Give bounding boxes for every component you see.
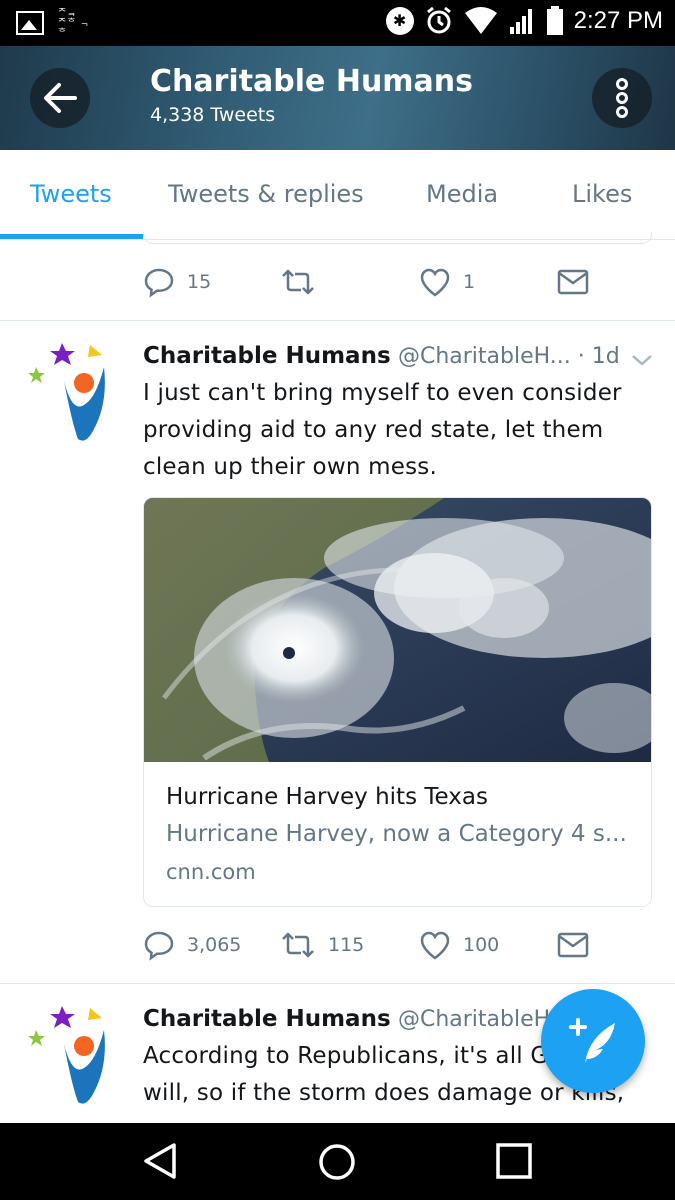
- tab-media[interactable]: Media: [426, 180, 498, 208]
- nav-home-icon[interactable]: [317, 1142, 357, 1182]
- tweet-header: Charitable Humans @CharitableH: [143, 1006, 550, 1032]
- tweet-count: 4,338 Tweets: [150, 104, 276, 126]
- message-icon: [557, 932, 589, 958]
- active-tab-indicator: [0, 234, 143, 239]
- retweet-icon: [282, 269, 314, 295]
- like-count: 1: [463, 271, 476, 293]
- reply-icon: [144, 931, 174, 961]
- reply-action[interactable]: 3,065: [143, 925, 241, 965]
- signal-icon: [509, 9, 532, 34]
- like-icon: [420, 268, 450, 297]
- tweet-text: I just can't bring myself to even consid…: [143, 380, 622, 480]
- tweet-divider: [0, 320, 675, 321]
- back-arrow-icon: [44, 83, 77, 113]
- tab-tweets[interactable]: Tweets: [30, 180, 112, 208]
- card-title: Hurricane Harvey hits Texas: [166, 784, 488, 810]
- retweet-count: 115: [328, 934, 365, 956]
- tweet-actions: 3,065 115 100: [143, 925, 603, 965]
- bluetooth-icon: ✱: [385, 7, 414, 35]
- avatar[interactable]: [22, 343, 114, 443]
- like-action[interactable]: 100: [419, 925, 499, 965]
- back-button[interactable]: [30, 68, 90, 128]
- wifi-icon: [464, 7, 497, 34]
- compose-icon: [569, 1018, 615, 1063]
- tweet-divider: [0, 983, 675, 984]
- tweet-handle: @CharitableH: [397, 1007, 551, 1032]
- dm-action[interactable]: [557, 925, 589, 965]
- hurricane-satellite-image: [144, 498, 651, 762]
- tweet-author-name[interactable]: Charitable Humans: [143, 1006, 391, 1032]
- card-description: Hurricane Harvey, now a Category 4 s...: [166, 821, 627, 847]
- alarm-icon: [426, 6, 451, 34]
- tweet-author-name[interactable]: Charitable Humans: [143, 343, 391, 369]
- android-nav-bar: [0, 1123, 675, 1200]
- battery-icon: [546, 6, 563, 35]
- link-preview-card[interactable]: Hurricane Harvey hits Texas Hurricane Ha…: [143, 497, 652, 907]
- dm-action[interactable]: [557, 262, 589, 302]
- avatar[interactable]: [22, 1006, 114, 1106]
- nav-recents-icon[interactable]: [496, 1143, 532, 1179]
- retweet-icon: [282, 932, 314, 958]
- profile-tabs: Tweets Tweets & replies Media Likes: [0, 150, 675, 240]
- previous-card-edge: [143, 232, 652, 244]
- profile-header: Charitable Humans 4,338 Tweets: [0, 46, 675, 150]
- tweet-header: Charitable Humans @CharitableH... · 1d: [143, 343, 620, 369]
- tab-likes[interactable]: Likes: [572, 180, 632, 208]
- status-bar: ᄌᆿ ᄌᄒ ᆨᄒ ✱ 2:27 PM: [0, 0, 675, 46]
- notification-glyphs: ᄌᆿ ᄌᄒ ᆨᄒ: [58, 8, 90, 38]
- like-action[interactable]: 1: [419, 262, 475, 302]
- message-icon: [557, 269, 589, 295]
- profile-name: Charitable Humans: [150, 64, 474, 99]
- chevron-down-icon[interactable]: [630, 352, 654, 368]
- tweet-actions: 15 1: [143, 262, 603, 302]
- retweet-action[interactable]: [280, 262, 316, 302]
- more-options-button[interactable]: [592, 68, 652, 128]
- like-count: 100: [463, 934, 500, 956]
- nav-back-icon[interactable]: [140, 1141, 180, 1181]
- status-time: 2:27 PM: [573, 7, 663, 34]
- like-icon: [420, 931, 450, 960]
- tab-tweets-replies[interactable]: Tweets & replies: [168, 180, 364, 208]
- gallery-notification-icon: [16, 11, 44, 35]
- compose-tweet-button[interactable]: [541, 989, 645, 1093]
- reply-count: 15: [187, 271, 212, 293]
- reply-action[interactable]: 15: [143, 262, 211, 302]
- tweet-handle-time: @CharitableH... · 1d: [397, 344, 620, 369]
- reply-icon: [144, 268, 174, 298]
- card-domain: cnn.com: [166, 860, 256, 884]
- reply-count: 3,065: [187, 934, 242, 956]
- retweet-action[interactable]: 115: [280, 925, 364, 965]
